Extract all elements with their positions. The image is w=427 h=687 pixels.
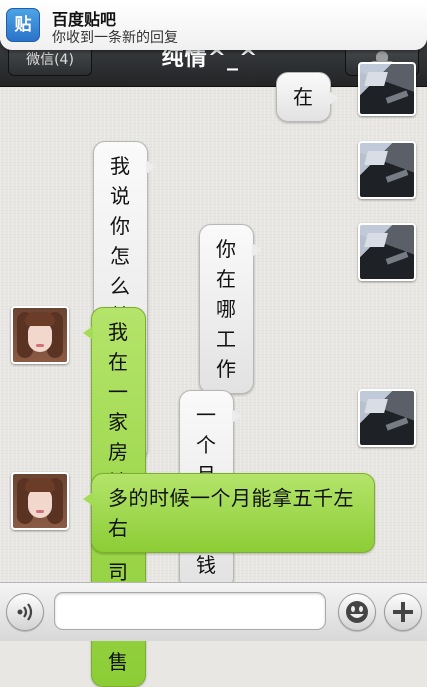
contact-avatar[interactable] [11, 306, 69, 364]
contact-avatar[interactable] [358, 389, 416, 447]
contact-avatar[interactable] [358, 141, 416, 199]
message-bubble[interactable]: 多的时候一个月能拿五千左右 [83, 473, 375, 553]
contact-avatar[interactable] [358, 62, 416, 116]
emoji-button[interactable] [338, 593, 376, 631]
plus-icon [393, 602, 413, 622]
contact-avatar[interactable] [358, 223, 416, 281]
message-bubble[interactable]: 在 [276, 72, 338, 122]
message-bubble[interactable]: 你在哪工作 [199, 224, 261, 394]
notification-banner[interactable]: 贴 百度贴吧 你收到一条新的回复 [0, 0, 427, 50]
tieba-app-icon: 贴 [6, 8, 40, 42]
notification-body: 你收到一条新的回复 [52, 30, 178, 46]
voice-button[interactable] [6, 593, 44, 631]
emoji-icon [346, 601, 368, 623]
input-bar [0, 582, 427, 641]
add-button[interactable] [384, 593, 422, 631]
message-input[interactable] [54, 592, 326, 630]
voice-icon [17, 603, 33, 621]
contact-avatar[interactable] [11, 472, 69, 530]
